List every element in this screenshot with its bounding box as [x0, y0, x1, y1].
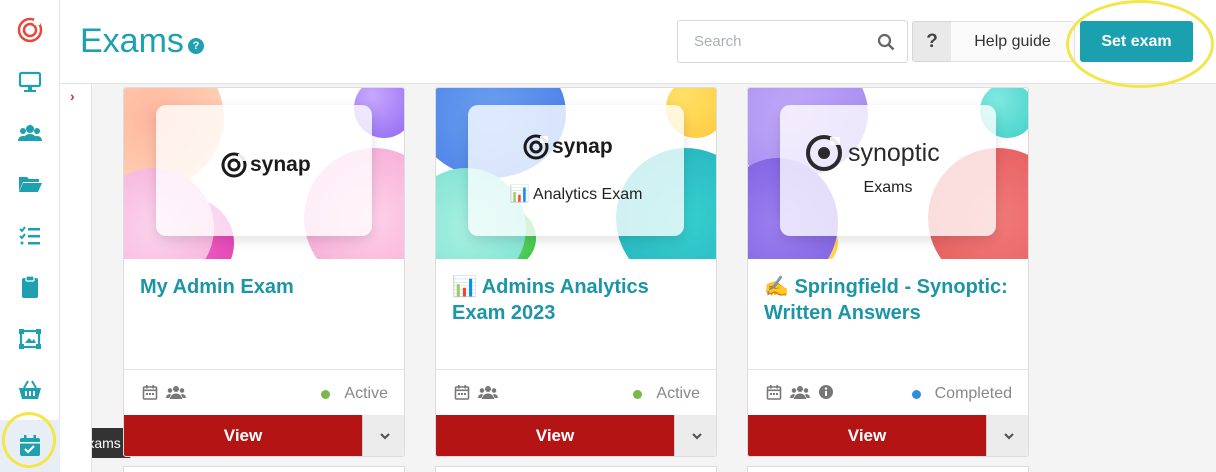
chevron-down-icon [691, 432, 702, 440]
image-frame-icon [19, 329, 41, 349]
view-button[interactable]: View [436, 415, 674, 456]
synoptic-logo-icon [806, 135, 842, 171]
search-box [677, 20, 908, 63]
folder-icon [19, 177, 42, 192]
users-icon[interactable] [478, 384, 498, 400]
users-icon [18, 125, 42, 141]
card-logo-text: synoptic [848, 138, 940, 167]
sidebar-item-folder[interactable] [0, 164, 60, 204]
status-badge: Active [633, 385, 700, 403]
exam-title-link[interactable]: 📊 Admins Analytics Exam 2023 [452, 274, 702, 326]
sidebar-item-clipboard[interactable] [0, 267, 60, 307]
sidebar-item-basket[interactable] [0, 370, 60, 410]
card-logo-text: synap [552, 135, 613, 158]
exam-card-next [747, 466, 1029, 472]
exam-card: synoptic Exams ✍️ Springfield - Synoptic… [747, 87, 1029, 457]
sidebar [0, 0, 60, 472]
status-badge: Completed [911, 385, 1012, 403]
sidebar-item-frame[interactable] [0, 319, 60, 359]
page-title: Exams [80, 22, 184, 60]
more-options-button[interactable] [986, 415, 1028, 456]
calendar-icon[interactable] [454, 384, 470, 400]
sidebar-item-checklist[interactable] [0, 216, 60, 256]
help-guide-button[interactable]: Help guide [951, 21, 1075, 62]
card-logo-text: synap [250, 153, 311, 176]
chevron-down-icon [1003, 432, 1014, 440]
users-icon[interactable] [166, 384, 186, 400]
calendar-icon[interactable] [766, 384, 782, 400]
search-icon[interactable] [877, 33, 895, 51]
more-options-button[interactable] [674, 415, 716, 456]
synap-logo-icon [523, 134, 549, 160]
help-question-button[interactable]: ? [912, 21, 952, 62]
calendar-check-icon [20, 435, 40, 456]
exam-banner: synap 📊 Analytics Exam [436, 88, 716, 259]
exam-card: synap My Admin Exam Active View [123, 87, 405, 457]
exam-card: synap 📊 Analytics Exam 📊 Admins Analytic… [435, 87, 717, 457]
clipboard-icon [22, 275, 38, 298]
chevron-down-icon [379, 432, 390, 440]
synap-logo-icon [221, 152, 247, 178]
calendar-icon[interactable] [142, 384, 158, 400]
status-badge: Active [321, 385, 388, 403]
search-input[interactable] [678, 21, 868, 62]
monitor-icon [18, 71, 42, 92]
exam-title-link[interactable]: ✍️ Springfield - Synoptic: Written Answe… [764, 274, 1014, 326]
users-icon[interactable] [790, 384, 810, 400]
help-circle-icon[interactable]: ? [188, 38, 204, 54]
chevron-right-icon[interactable]: › [70, 88, 75, 104]
sidebar-item-users[interactable] [0, 113, 60, 153]
more-options-button[interactable] [362, 415, 404, 456]
view-button[interactable]: View [748, 415, 986, 456]
page-header: Exams ? ? Help guide Set exam [60, 0, 1216, 84]
exam-title-link[interactable]: My Admin Exam [140, 274, 390, 300]
card-banner-subtitle: Exams [863, 179, 913, 196]
exam-banner: synap [124, 88, 404, 259]
exam-card-next [123, 466, 405, 472]
synap-logo-icon[interactable] [0, 10, 60, 50]
set-exam-button[interactable]: Set exam [1080, 21, 1193, 62]
view-button[interactable]: View [124, 415, 362, 456]
collapse-panel[interactable]: › [60, 84, 92, 472]
card-banner-subtitle: 📊 Analytics Exam [509, 186, 643, 203]
info-icon[interactable] [818, 384, 834, 400]
exam-banner: synoptic Exams [748, 88, 1028, 259]
basket-icon [19, 380, 41, 399]
sidebar-item-monitor[interactable] [0, 62, 60, 102]
sidebar-item-exams[interactable] [0, 420, 60, 472]
exam-card-next [435, 466, 717, 472]
checklist-icon [19, 226, 40, 245]
